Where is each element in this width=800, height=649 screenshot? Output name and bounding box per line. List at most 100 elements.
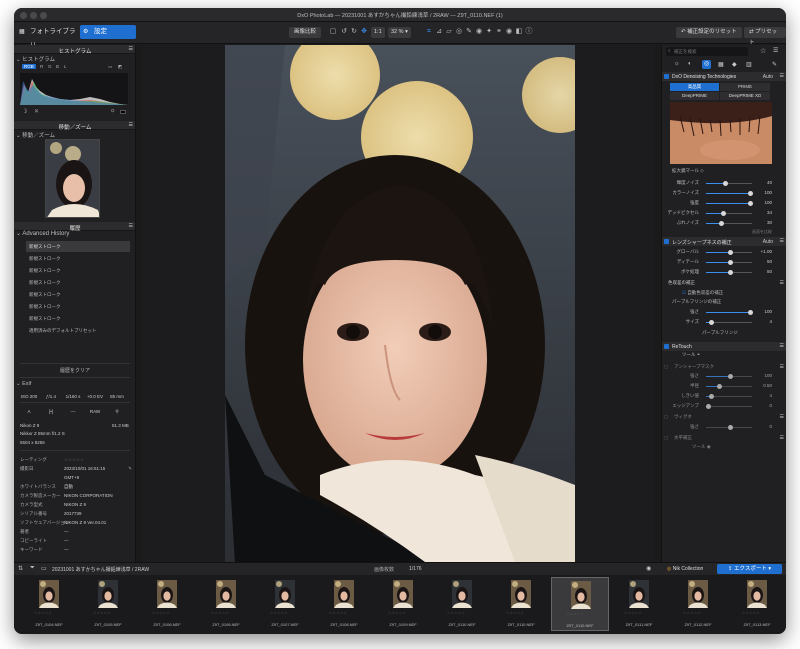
history-item[interactable]: 新規ストローク: [26, 313, 130, 324]
slider-value[interactable]: 0: [758, 403, 772, 408]
vignetting-header[interactable]: ▢ ヴィグネ ☰: [662, 413, 786, 422]
hist-channel-r[interactable]: R: [40, 64, 43, 69]
rating-stars[interactable]: ☆☆☆☆☆: [270, 611, 288, 615]
retouch-section-header[interactable]: ReTouch ☰: [662, 342, 786, 351]
redeye-icon[interactable]: ◉: [475, 28, 483, 36]
slider-blur-noise[interactable]: ぶれノイズ 30: [664, 219, 785, 227]
menu-icon[interactable]: ☰: [780, 280, 784, 286]
move-zoom-subheader[interactable]: ⌄ 移動／ズーム: [16, 131, 55, 139]
navigator-thumbnail[interactable]: [45, 139, 100, 218]
history-item[interactable]: 新規ストローク: [26, 289, 130, 300]
tab-detail-icon[interactable]: ◎: [702, 60, 711, 69]
filmstrip-item[interactable]: ☆☆☆☆☆ Z9T_0109.NEF: [374, 577, 432, 631]
slider-color-noise[interactable]: カラーノイズ 100: [664, 189, 785, 197]
lens-auto-label[interactable]: Auto: [763, 239, 773, 245]
filmstrip-item[interactable]: ☆☆☆☆☆ Z9T_0106.NEF: [138, 577, 196, 631]
slider-unsharp-strength[interactable]: 強さ 100: [664, 372, 785, 380]
slider-value[interactable]: 4: [758, 393, 772, 398]
mode-deepprime-xd-button[interactable]: DeepPRIME XD: [720, 92, 770, 100]
mode-deepprime-button[interactable]: DeepPRIME: [670, 92, 719, 100]
rating-stars[interactable]: ☆☆☆☆☆: [447, 611, 465, 615]
menu-icon[interactable]: ☰: [129, 122, 133, 128]
slider-value[interactable]: 4: [758, 319, 772, 324]
menu-icon[interactable]: ☰: [780, 343, 784, 349]
rating-stars[interactable]: ☆☆☆☆☆: [742, 611, 760, 615]
rating-stars[interactable]: ☆☆☆☆☆: [211, 611, 229, 615]
menu-icon[interactable]: ☰: [780, 435, 784, 441]
favorite-star-icon[interactable]: ☆: [760, 47, 766, 55]
horizon-tool-button[interactable]: ツール ◉: [692, 444, 711, 450]
hist-channel-g[interactable]: G: [48, 64, 52, 69]
folder-icon[interactable]: ▭: [41, 565, 47, 572]
menu-icon[interactable]: ☰: [129, 46, 133, 52]
slider-luminance-noise[interactable]: 輝度ノイズ 40: [664, 179, 785, 187]
slider-value[interactable]: 40: [758, 180, 772, 185]
noise-preview-loupe[interactable]: [670, 102, 772, 164]
slider-value[interactable]: 50: [758, 269, 772, 274]
slider-value[interactable]: 30: [758, 220, 772, 225]
sort-icon[interactable]: ⇅: [18, 565, 23, 572]
tab-local-icon[interactable]: ◆: [732, 61, 737, 68]
main-photo[interactable]: [225, 45, 575, 562]
filmstrip-item[interactable]: ☆☆☆☆☆ Z9T_0110.NEF: [433, 577, 491, 631]
slider-vignetting-strength[interactable]: 強さ 0: [664, 423, 785, 431]
info-icon[interactable]: ⓘ: [525, 28, 533, 36]
menu-icon[interactable]: ☰: [780, 238, 784, 244]
slider-value[interactable]: 50: [758, 259, 772, 264]
slider-value[interactable]: 0.50: [758, 383, 772, 388]
history-subheader[interactable]: ⌄ Advanced History: [16, 230, 69, 237]
menu-icon[interactable]: ☰: [780, 73, 784, 79]
rotate-left-icon[interactable]: ↺: [340, 28, 348, 36]
rating-stars[interactable]: ☆☆☆☆☆: [329, 611, 347, 615]
filter-icon[interactable]: ⏷: [30, 565, 35, 572]
slider-fringe-strength[interactable]: 強さ 100: [664, 308, 785, 316]
compare-note[interactable]: 画面を比較: [752, 229, 772, 235]
lens-sharpness-section-header[interactable]: レンズシャープネスの補正 Auto ☰: [662, 237, 786, 246]
slider-fringe-size[interactable]: サイズ 4: [664, 318, 785, 326]
filmstrip-item[interactable]: ☆☆☆☆☆ Z9T_0110.NEF: [492, 577, 550, 631]
slider-value[interactable]: 100: [758, 373, 772, 378]
export-button[interactable]: ⇪ エクスポート ▾: [717, 564, 782, 574]
layout-icon[interactable]: ▢: [329, 28, 337, 36]
highlight-clip-icon[interactable]: ☼: [110, 108, 116, 114]
rating-stars[interactable]: ☆☆☆☆☆: [388, 611, 406, 615]
horizon-icon[interactable]: ⊿: [435, 28, 443, 36]
slider-value[interactable]: 34: [758, 210, 772, 215]
slider-value[interactable]: 100: [758, 200, 772, 205]
rating-stars[interactable]: ☆☆☆☆☆: [93, 611, 111, 615]
slider-dead-pixels[interactable]: デッドピクセル 34: [664, 209, 785, 217]
ratio-button[interactable]: 1:1: [371, 27, 385, 38]
slider-value[interactable]: 0: [758, 424, 772, 429]
perspective-icon[interactable]: ▱: [445, 28, 453, 36]
history-item[interactable]: 新規ストローク: [26, 241, 130, 252]
rating-stars[interactable]: ☆☆☆☆☆: [64, 457, 84, 463]
denoise-section-header[interactable]: DxO Denoising Technologies Auto ☰: [662, 72, 786, 81]
slider-unsharp-edge[interactable]: エッジアンプ 0: [664, 402, 785, 410]
folder-path[interactable]: 20231001 あすかちゃん撮鉛練浅草 / 2RAW: [52, 566, 149, 573]
histogram-subheader[interactable]: ⌄ ヒストグラム: [16, 55, 55, 63]
filmstrip-item[interactable]: ☆☆☆☆☆ Z9T_0105.NEF: [79, 577, 137, 631]
retouch-tool-button[interactable]: ツール ⚭: [682, 352, 701, 358]
zoom-dropdown[interactable]: 32 % ▾: [388, 27, 411, 38]
rating-stars[interactable]: ☆☆☆☆☆: [566, 612, 584, 616]
tab-effects-icon[interactable]: ▥: [746, 61, 752, 68]
hist-channel-rgb[interactable]: RGB: [22, 64, 36, 69]
menu-icon[interactable]: ☰: [129, 223, 133, 229]
filmstrip-item[interactable]: ☆☆☆☆☆ Z9T_0107.NEF: [256, 577, 314, 631]
filmstrip-item[interactable]: ☆☆☆☆☆ Z9T_0110.NEF: [551, 577, 609, 631]
history-item[interactable]: 新規ストローク: [26, 277, 130, 288]
slider-global-sharpness[interactable]: グローバル +1.00: [664, 248, 785, 256]
denoise-auto-label[interactable]: Auto: [763, 74, 773, 80]
move-zoom-section-header[interactable]: 移動／ズーム ☰: [14, 121, 135, 131]
compare-button[interactable]: 画像比較: [289, 27, 322, 38]
slider-unsharp-radius[interactable]: 半径 0.50: [664, 382, 785, 390]
history-item[interactable]: 新規ストローク: [26, 253, 130, 264]
mode-hq-button[interactable]: 高品質: [670, 83, 719, 91]
menu-icon[interactable]: ☰: [780, 364, 784, 370]
tab-customize[interactable]: ⚙ 設定: [80, 25, 136, 39]
tab-brush-icon[interactable]: ✎: [772, 61, 777, 68]
enable-toggle[interactable]: [664, 344, 669, 349]
enable-toggle[interactable]: ▢: [664, 364, 668, 370]
image-canvas[interactable]: [142, 45, 655, 562]
split-view-icon[interactable]: ◧: [515, 28, 523, 36]
